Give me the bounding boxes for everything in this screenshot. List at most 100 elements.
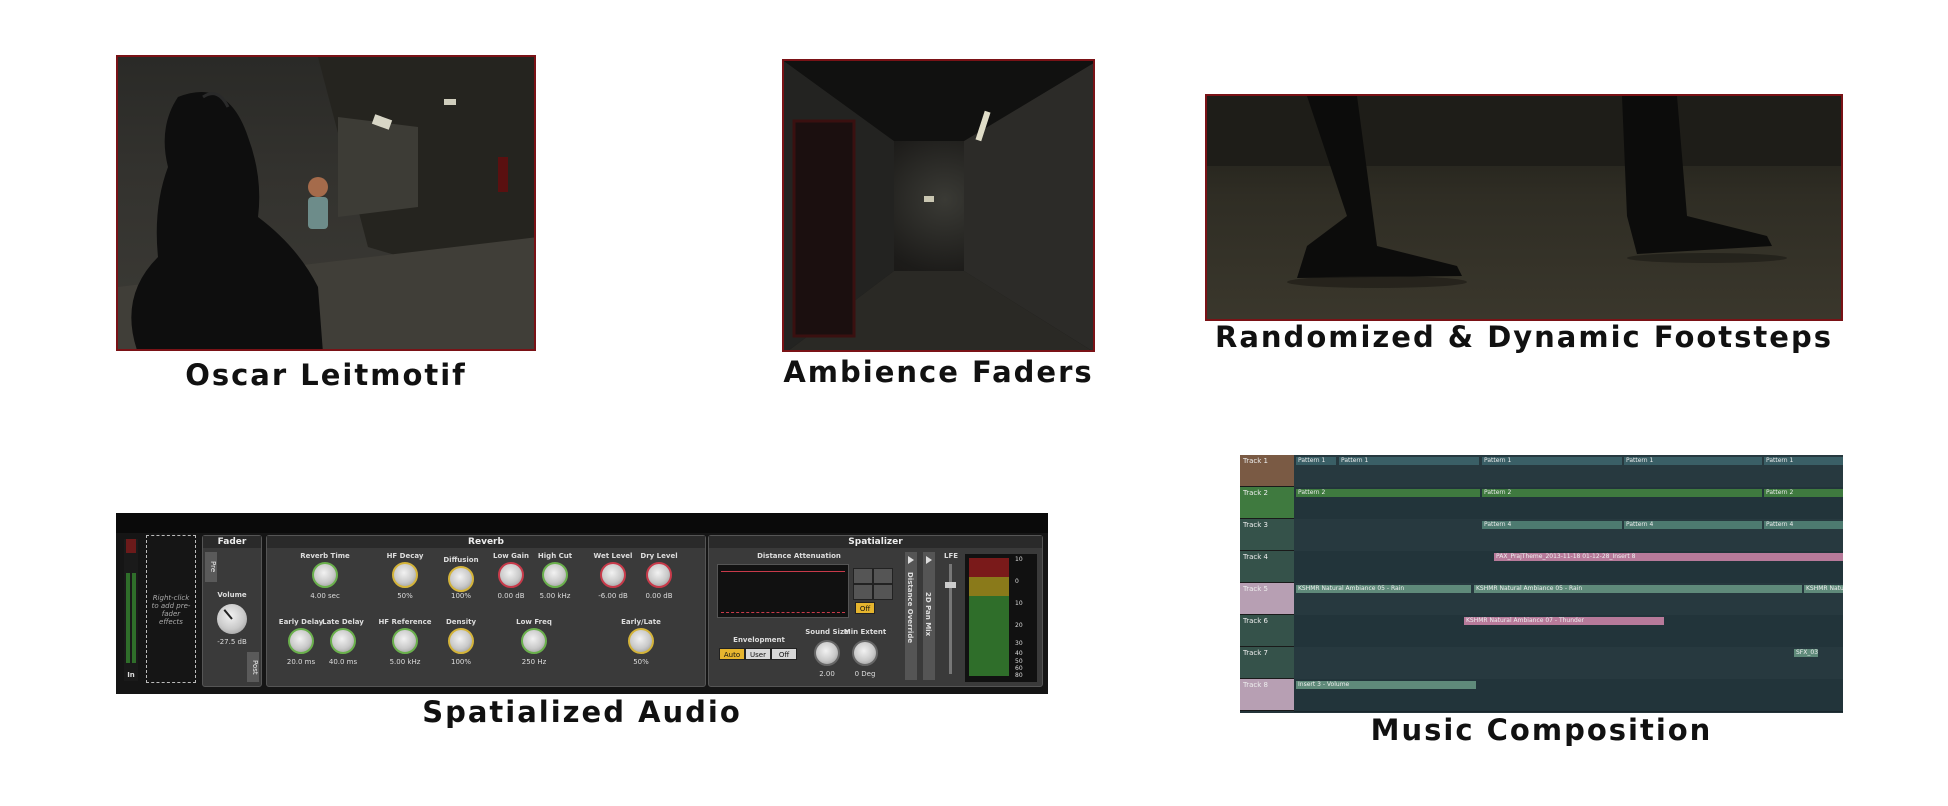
music-caption: Music Composition [1370,713,1713,747]
fader-title: Fader [203,536,261,548]
diffusion-knob[interactable] [448,566,474,592]
clip[interactable]: KSHMR Natural Ambiance 05 - Rain [1296,585,1471,593]
high-cut-knob[interactable] [542,562,568,588]
clip[interactable]: Pattern 1 [1764,457,1843,465]
envelopment-off-button[interactable]: Off [771,648,797,660]
spatializer-title: Spatializer [709,536,1042,548]
track-header[interactable]: Track 6 [1240,615,1294,647]
clip[interactable]: Pattern 2 [1482,489,1762,497]
track-header[interactable]: Track 4 [1240,551,1294,583]
clip[interactable]: Insert 3 - Volume [1296,681,1476,689]
knob-value: 5.00 kHz [539,592,571,600]
clip[interactable]: KSHMR Natural Ambiance 07 - Thunder [1464,617,1664,625]
output-meter: 10 0 10 20 30 40 50 60 80 [965,554,1037,682]
knob-value: 0.00 dB [645,592,673,600]
knob-label: Late Delay [322,618,364,626]
early-delay-knob[interactable] [288,628,314,654]
early-late-knob[interactable] [628,628,654,654]
input-label: In [127,671,135,679]
track-header[interactable]: Track 1 [1240,455,1294,487]
distance-override-strip[interactable]: Distance Override [905,552,917,680]
late-delay-knob[interactable] [330,628,356,654]
track-header[interactable]: Track 2 [1240,487,1294,519]
pan-mix-strip[interactable]: 2D Pan Mix [923,552,935,680]
reverb-time-knob[interactable] [312,562,338,588]
track-lane[interactable]: PAX_PrajTheme_2013-11-18 01-12-28_Insert… [1294,551,1843,584]
clip[interactable]: Pattern 1 [1296,457,1336,465]
oscar-caption: Oscar Leitmotif [185,358,467,392]
volume-label: Volume [217,591,247,599]
distance-attenuation-graph[interactable] [717,564,849,618]
track-header[interactable]: Track 5 [1240,583,1294,615]
meter-tick: 10 [1015,600,1023,607]
ambience-screenshot [782,59,1095,352]
ambience-caption: Ambience Faders [783,355,1094,389]
track-header[interactable]: Track 7 [1240,647,1294,679]
track-lane[interactable]: SFX_03 [1294,647,1843,680]
clip[interactable]: Pattern 1 [1339,457,1479,465]
post-tab[interactable]: Post [247,652,259,682]
track-lane[interactable]: KSHMR Natural Ambiance 07 - Thunder [1294,615,1843,648]
meter-tick: 80 [1015,672,1023,679]
dry-level-knob[interactable] [646,562,672,588]
attenuation-off-button[interactable]: Off [855,602,875,614]
distance-override-label: Distance Override [906,572,914,644]
density-knob[interactable] [448,628,474,654]
lfe-label: LFE [943,552,959,560]
track-header[interactable]: Track 8 [1240,679,1294,711]
knob-value: 100% [450,658,471,666]
clip[interactable]: KSHMR Natural Ambiance 05 - Rain [1474,585,1802,593]
curve-custom-button[interactable] [873,584,893,600]
track-lane[interactable]: Pattern 1 Pattern 1 Pattern 1 Pattern 1 Patt… [1294,455,1843,488]
sound-size-knob[interactable] [814,640,840,666]
pan-mix-label: 2D Pan Mix [924,592,932,637]
min-extent-knob[interactable] [852,640,878,666]
knob-value: 40.0 ms [328,658,358,666]
spatializer-panel: Spatializer Distance Attenuation Off Env… [708,535,1043,687]
clip[interactable]: PAX_PrajTheme_2013-11-18 01-12-28_Insert… [1494,553,1843,561]
clip[interactable]: Pattern 2 [1296,489,1480,497]
reverb-panel: Reverb Reverb Time 4.00 sec HF Decay 50%… [266,535,706,687]
clip[interactable]: Pattern 4 [1482,521,1622,529]
hf-decay-knob[interactable] [392,562,418,588]
curve-log-button[interactable] [873,568,893,584]
pre-fader-insert-slot[interactable]: Right-click to add pre-fader effects [146,535,196,683]
meter-tick: 40 [1015,650,1023,657]
knob-value: 250 Hz [521,658,547,666]
envelopment-user-button[interactable]: User [745,648,771,660]
insert-hint: Right-click to add pre-fader effects [151,594,191,626]
volume-knob[interactable] [217,604,247,634]
clip[interactable]: Pattern 4 [1624,521,1762,529]
lfe-slider[interactable] [945,564,956,674]
track-lane[interactable]: Pattern 4 Pattern 4 Pattern 4 [1294,519,1843,552]
clip[interactable]: Pattern 4 [1764,521,1843,529]
knob-label: Dry Level [640,552,678,560]
knob-value: 5.00 kHz [389,658,421,666]
pre-tab[interactable]: Pre [205,552,217,582]
clip[interactable]: Pattern 2 [1764,489,1843,497]
low-freq-knob[interactable] [521,628,547,654]
input-meter: In [124,539,138,681]
curve-inverse-button[interactable] [853,584,873,600]
track-lane[interactable]: Pattern 2 Pattern 2 Pattern 2 [1294,487,1843,520]
track-header[interactable]: Track 3 [1240,519,1294,551]
clip[interactable]: Pattern 1 [1482,457,1622,465]
clip[interactable]: Pattern 1 [1624,457,1762,465]
knob-label: Reverb Time [300,552,350,560]
curve-linear-button[interactable] [853,568,873,584]
track-lane[interactable]: KSHMR Natural Ambiance 05 - Rain KSHMR Na… [1294,583,1843,616]
wet-level-knob[interactable] [600,562,626,588]
min-extent-label: Min Extent [843,628,887,636]
spatial-caption: Spatialized Audio [422,695,742,729]
envelopment-label: Envelopment [733,636,785,644]
envelopment-auto-button[interactable]: Auto [719,648,745,660]
track-lane[interactable]: Insert 3 - Volume [1294,679,1843,712]
play-icon [908,556,914,564]
knob-label: HF Reference [378,618,432,626]
footsteps-screenshot [1205,94,1843,321]
clip[interactable]: KSHMR Natu [1804,585,1843,593]
distance-attenuation-label: Distance Attenuation [757,552,841,560]
clip[interactable]: SFX_03 [1794,649,1818,657]
hf-reference-knob[interactable] [392,628,418,654]
low-gain-knob[interactable] [498,562,524,588]
